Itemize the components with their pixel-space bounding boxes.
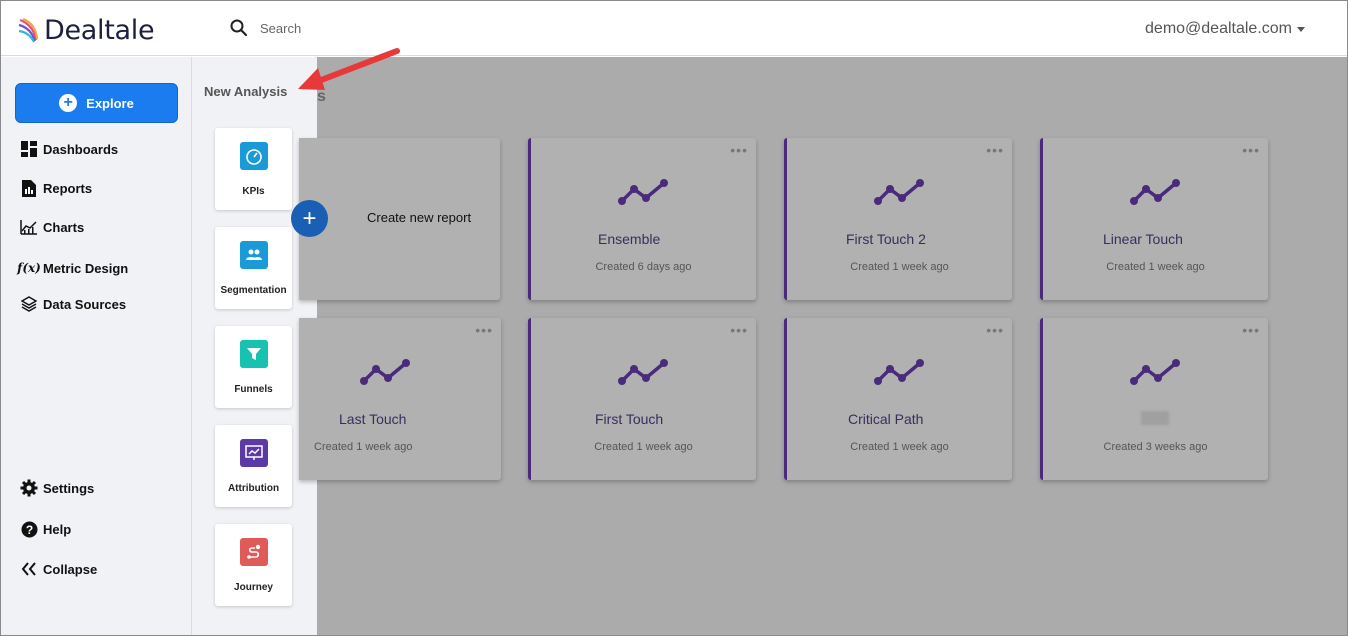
tile-journey[interactable]: Journey [215, 524, 292, 606]
dashboard-icon [20, 140, 38, 158]
sidebar-item-label: Reports [43, 180, 93, 196]
report-card[interactable]: ••• Critical Path Created 1 week ago [784, 318, 1012, 480]
redacted-text [1141, 411, 1169, 425]
help-icon: ? [20, 520, 38, 538]
report-created: Created 1 week ago [850, 261, 949, 273]
app-window: Dealtale Search demo@dealtale.com + Expl… [0, 0, 1348, 636]
more-options-icon[interactable]: ••• [1242, 143, 1260, 157]
report-name: Linear Touch [1103, 231, 1183, 247]
tile-attribution[interactable]: Attribution [215, 425, 292, 507]
sidebar-item-data-sources[interactable]: Data Sources [20, 295, 126, 313]
sidebar-item-dashboards[interactable]: Dashboards [20, 140, 118, 158]
sidebar-item-label: Help [43, 521, 72, 537]
report-card[interactable]: ••• Linear Touch Created 1 week ago [1040, 138, 1268, 300]
report-name-redacted [1141, 411, 1169, 428]
more-options-icon[interactable]: ••• [730, 323, 748, 337]
report-name: Critical Path [848, 411, 924, 427]
caret-down-icon [1297, 26, 1305, 32]
tile-funnels[interactable]: Funnels [215, 326, 292, 408]
more-options-icon[interactable]: ••• [730, 143, 748, 157]
report-created: Created 6 days ago [595, 261, 692, 273]
sidebar-item-label: Metric Design [43, 260, 129, 276]
line-chart-icon [874, 359, 924, 385]
tile-label: KPIs [242, 186, 265, 197]
report-created: Created 1 week ago [850, 441, 949, 453]
sidebar-item-metric-design[interactable]: f(x) Metric Design [17, 259, 129, 277]
sidebar: + Explore Dashboards Reports Charts f(x)… [1, 57, 192, 635]
drawer-title: New Analysis [204, 84, 288, 99]
report-created: Created 1 week ago [314, 441, 413, 453]
report-card[interactable]: ••• First Touch Created 1 week ago [528, 318, 756, 480]
report-icon [20, 179, 38, 197]
sidebar-item-label: Settings [43, 480, 95, 496]
sidebar-item-label: Charts [43, 219, 85, 235]
create-report-card[interactable]: + Create new report [291, 138, 500, 300]
create-report-label: Create new report [367, 210, 472, 225]
sidebar-item-charts[interactable]: Charts [20, 218, 84, 236]
tile-kpis[interactable]: KPIs [215, 128, 292, 210]
sidebar-item-collapse[interactable]: Collapse [20, 560, 97, 578]
user-menu[interactable]: demo@dealtale.com [1145, 20, 1305, 38]
svg-text:?: ? [25, 523, 32, 537]
line-chart-icon [874, 179, 924, 205]
report-created: Created 1 week ago [594, 441, 693, 453]
explore-button[interactable]: + Explore [15, 83, 178, 123]
explore-label: Explore [86, 95, 134, 111]
line-chart-icon [1130, 359, 1180, 385]
sidebar-item-label: Dashboards [43, 141, 119, 157]
plus-icon[interactable]: + [291, 200, 328, 237]
line-chart-icon [1130, 179, 1180, 205]
user-email: demo@dealtale.com [1145, 20, 1292, 37]
route-icon [239, 538, 268, 566]
more-options-icon[interactable]: ••• [986, 143, 1004, 157]
report-name: First Touch [595, 411, 664, 427]
report-name: Ensemble [598, 231, 661, 247]
more-options-icon[interactable]: ••• [1242, 323, 1260, 337]
report-created: Created 3 weeks ago [1103, 441, 1208, 453]
tile-segmentation[interactable]: Segmentation [215, 227, 292, 309]
report-card[interactable]: ••• Ensemble Created 6 days ago [528, 138, 756, 300]
tile-label: Journey [234, 582, 273, 593]
funnel-icon [239, 340, 268, 368]
search-icon[interactable] [230, 19, 248, 37]
tile-label: Funnels [234, 384, 273, 395]
double-chevron-left-icon [20, 560, 38, 578]
search-box[interactable]: Search [230, 19, 301, 37]
plus-circle-icon: + [59, 94, 78, 112]
line-chart-icon [618, 179, 668, 205]
people-icon [239, 241, 268, 269]
function-icon: f(x) [17, 261, 41, 275]
report-card[interactable]: ••• First Touch 2 Created 1 week ago [784, 138, 1012, 300]
dealtale-logo-icon [18, 17, 39, 43]
report-name: First Touch 2 [846, 231, 926, 247]
logo[interactable]: Dealtale [18, 14, 155, 46]
line-chart-icon [618, 359, 668, 385]
layers-icon [20, 295, 38, 313]
chart-icon [20, 218, 38, 236]
gauge-icon [239, 142, 268, 170]
search-input[interactable]: Search [260, 21, 301, 36]
logo-text: Dealtale [44, 14, 155, 46]
more-options-icon[interactable]: ••• [986, 323, 1004, 337]
sidebar-item-reports[interactable]: Reports [20, 179, 92, 197]
line-chart-icon [360, 359, 410, 385]
main-content-overlay: s + Create new report ••• Ensemble Creat… [291, 57, 1347, 635]
report-name: Last Touch [339, 411, 407, 427]
top-header: Dealtale Search demo@dealtale.com [1, 1, 1347, 56]
presentation-icon [239, 439, 268, 467]
more-options-icon[interactable]: ••• [475, 323, 493, 337]
gear-icon [20, 479, 38, 497]
sidebar-item-help[interactable]: ? Help [20, 520, 71, 538]
tile-label: Attribution [227, 483, 280, 494]
sidebar-item-label: Data Sources [43, 296, 127, 312]
report-card[interactable]: ••• Last Touch Created 1 week ago [299, 318, 501, 480]
sidebar-item-label: Collapse [43, 561, 98, 577]
tile-label: Segmentation [220, 285, 287, 296]
report-created: Created 1 week ago [1106, 261, 1205, 273]
annotation-arrow-icon [298, 48, 400, 90]
sidebar-item-settings[interactable]: Settings [20, 479, 94, 497]
report-card[interactable]: ••• Created 3 weeks ago [1040, 318, 1268, 480]
